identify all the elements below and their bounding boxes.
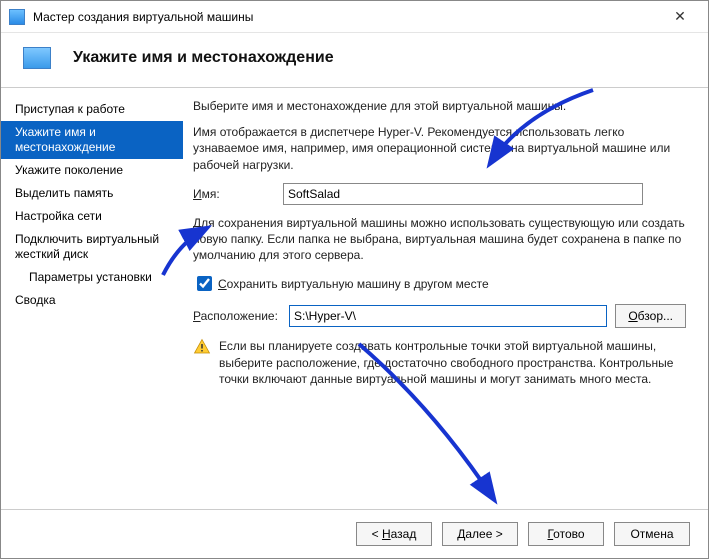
app-icon: [9, 9, 25, 25]
name-label: Имя:: [193, 187, 283, 201]
location-label: Расположение:: [193, 309, 289, 323]
wizard-footer: < Назад Далее > Готово Отмена: [1, 509, 708, 558]
cancel-button[interactable]: Отмена: [614, 522, 690, 546]
close-icon[interactable]: ✕: [660, 8, 700, 25]
window-title: Мастер создания виртуальной машины: [33, 10, 660, 24]
sidebar-item-network[interactable]: Настройка сети: [1, 205, 183, 228]
sidebar-item-generation[interactable]: Укажите поколение: [1, 159, 183, 182]
page-title: Укажите имя и местонахождение: [73, 49, 334, 67]
warning-text: Если вы планируете создавать контрольные…: [219, 338, 686, 387]
wizard-sidebar: Приступая к работе Укажите имя и местона…: [1, 88, 183, 509]
sidebar-item-install-options[interactable]: Параметры установки: [1, 266, 183, 289]
browse-button[interactable]: Обзор...: [615, 304, 686, 328]
store-elsewhere-label[interactable]: Сохранить виртуальную машину в другом ме…: [218, 277, 489, 291]
sidebar-item-vhd[interactable]: Подключить виртуальный жесткий диск: [1, 228, 183, 266]
wizard-window: Мастер создания виртуальной машины ✕ Ука…: [0, 0, 709, 559]
finish-button[interactable]: Готово: [528, 522, 604, 546]
sidebar-item-start[interactable]: Приступая к работе: [1, 98, 183, 121]
sidebar-item-name-location[interactable]: Укажите имя и местонахождение: [1, 121, 183, 159]
intro-text: Выберите имя и местонахождение для этой …: [193, 98, 686, 114]
warning-icon: [193, 338, 211, 356]
page-header: Укажите имя и местонахождение: [1, 33, 708, 88]
warning-row: Если вы планируете создавать контрольные…: [193, 338, 686, 387]
sidebar-item-memory[interactable]: Выделить память: [1, 182, 183, 205]
back-button[interactable]: < Назад: [356, 522, 432, 546]
storage-desc: Для сохранения виртуальной машины можно …: [193, 215, 686, 264]
store-elsewhere-checkbox[interactable]: [197, 276, 212, 291]
desc-text: Имя отображается в диспетчере Hyper-V. Р…: [193, 124, 686, 173]
wizard-icon: [23, 47, 51, 69]
titlebar: Мастер создания виртуальной машины ✕: [1, 1, 708, 33]
next-button[interactable]: Далее >: [442, 522, 518, 546]
vm-name-input[interactable]: [283, 183, 643, 205]
sidebar-item-summary[interactable]: Сводка: [1, 289, 183, 312]
location-input[interactable]: [289, 305, 607, 327]
wizard-content: Выберите имя и местонахождение для этой …: [183, 88, 708, 509]
